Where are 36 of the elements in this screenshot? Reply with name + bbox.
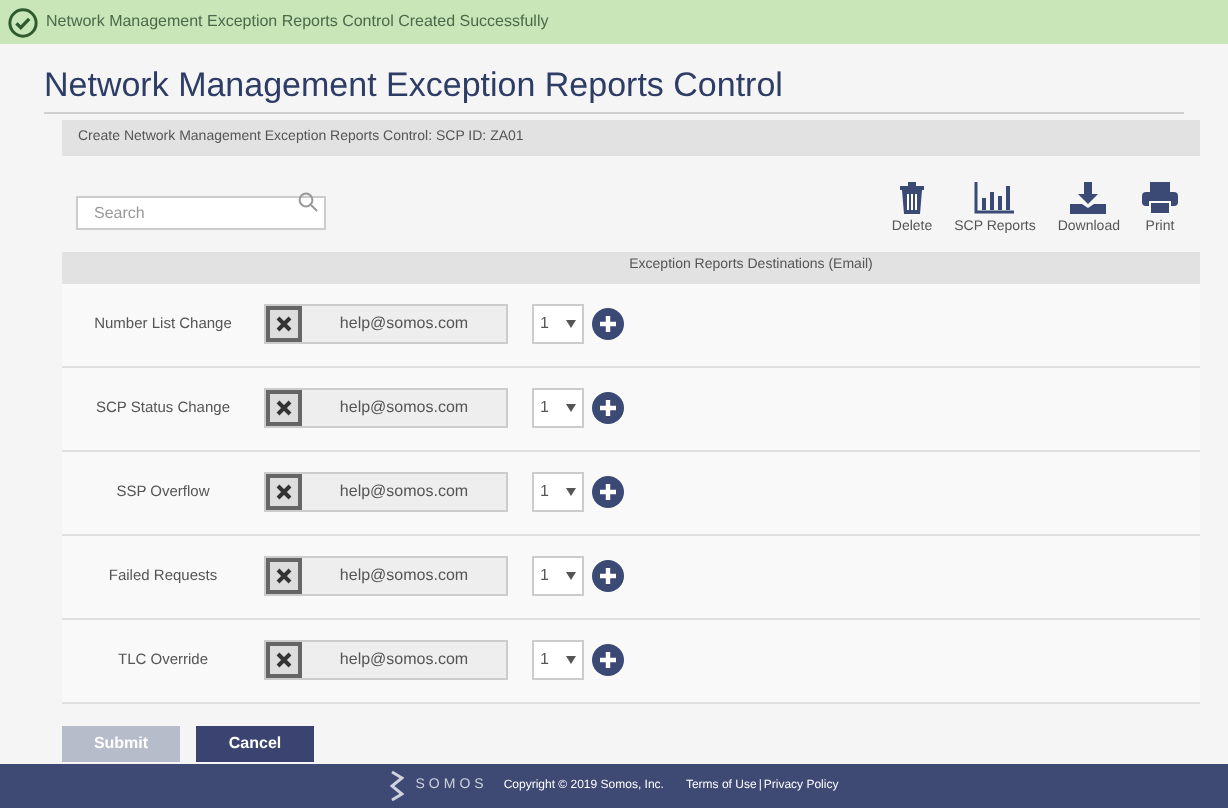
logo-icon bbox=[389, 770, 404, 802]
add-icon[interactable] bbox=[592, 392, 624, 424]
email-field[interactable]: help@somos.com bbox=[264, 472, 508, 512]
success-message: Network Management Exception Reports Control Created Successfully bbox=[46, 10, 549, 34]
search-field[interactable]: Search bbox=[76, 196, 326, 230]
search-icon bbox=[298, 192, 318, 212]
count-select[interactable]: 1 bbox=[532, 640, 584, 680]
remove-icon[interactable] bbox=[266, 642, 302, 678]
bar-chart-icon bbox=[974, 182, 1015, 214]
count-select[interactable]: 1 bbox=[532, 304, 584, 344]
remove-icon[interactable] bbox=[266, 390, 302, 426]
add-icon[interactable] bbox=[592, 308, 624, 340]
count-select[interactable]: 1 bbox=[532, 388, 584, 428]
email-field[interactable]: help@somos.com bbox=[264, 556, 508, 596]
trash-icon bbox=[898, 182, 926, 214]
caret-icon bbox=[566, 656, 576, 664]
check-circle-icon bbox=[8, 7, 38, 37]
page-title: Network Management Exception Reports Control bbox=[44, 64, 1184, 114]
email-field[interactable]: help@somos.com bbox=[264, 640, 508, 680]
count-select[interactable]: 1 bbox=[532, 472, 584, 512]
printer-icon bbox=[1142, 182, 1178, 214]
caret-icon bbox=[566, 320, 576, 328]
caret-icon bbox=[566, 488, 576, 496]
remove-icon[interactable] bbox=[266, 558, 302, 594]
caret-icon bbox=[566, 572, 576, 580]
add-icon[interactable] bbox=[592, 476, 624, 508]
add-icon[interactable] bbox=[592, 560, 624, 592]
add-icon[interactable] bbox=[592, 644, 624, 676]
download-icon bbox=[1070, 182, 1107, 214]
cancel-button[interactable]: Cancel bbox=[196, 725, 314, 761]
count-select[interactable]: 1 bbox=[532, 556, 584, 596]
email-field[interactable]: help@somos.com bbox=[264, 388, 508, 428]
caret-icon bbox=[566, 404, 576, 412]
remove-icon[interactable] bbox=[266, 306, 302, 342]
remove-icon[interactable] bbox=[266, 474, 302, 510]
email-field[interactable]: help@somos.com bbox=[264, 304, 508, 344]
